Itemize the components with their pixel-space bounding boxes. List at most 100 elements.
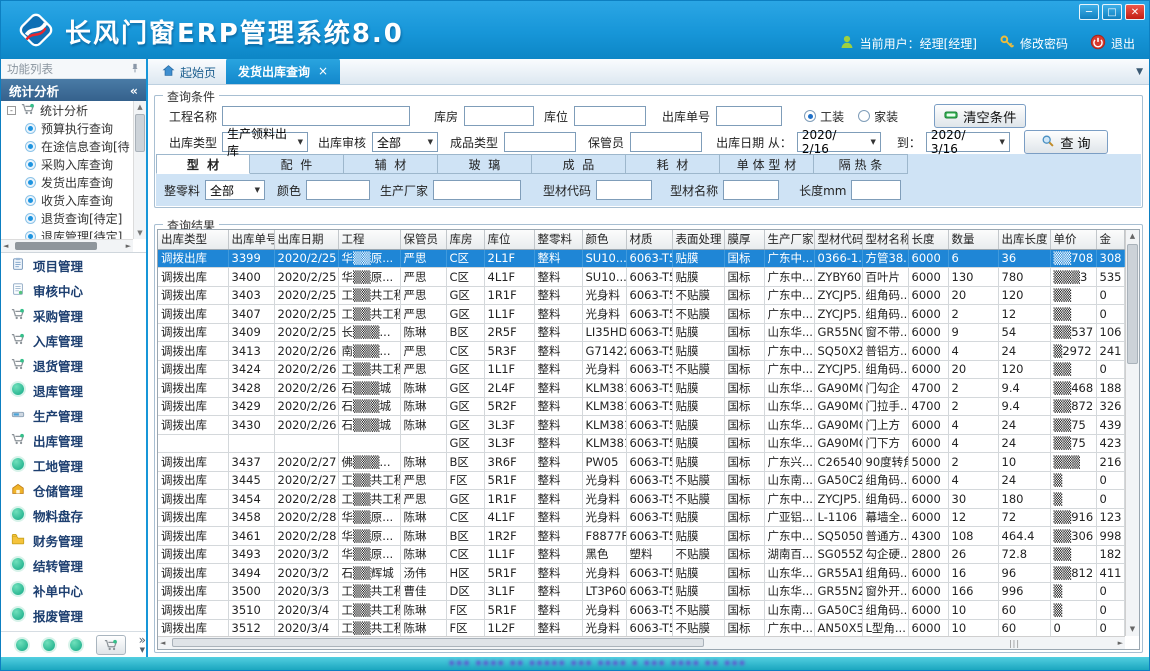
tree-item[interactable]: 采购入库查询 [1, 155, 133, 173]
clear-conditions-button[interactable]: 清空条件 [934, 104, 1026, 128]
table-row[interactable]: 调拨出库35002020/3/3工▒▒共工程曹佳D区3L1F整料LT3P6060… [158, 582, 1124, 601]
table-row[interactable]: 调拨出库34452020/2/27工▒▒共工程严思F区5R1F整料光身料6063… [158, 471, 1124, 490]
tab-close-icon[interactable]: × [318, 64, 328, 78]
profile-name-input[interactable] [723, 180, 779, 200]
table-row[interactable]: 调拨出库34612020/2/28华▒▒原...陈琳B区1R2F整料F8877F… [158, 527, 1124, 546]
table-row[interactable]: 调拨出库35122020/3/4工▒▒共工程陈琳F区1L2F整料光身料6063-… [158, 619, 1124, 638]
material-tab[interactable]: 玻 璃 [438, 154, 532, 174]
sidebar-item-退库管理[interactable]: 退库管理 [1, 378, 146, 403]
column-header[interactable]: 工程 [338, 230, 400, 249]
tree-horizontal-scrollbar[interactable]: ◄ ► [1, 239, 133, 252]
keeper-input[interactable] [630, 132, 702, 152]
table-row[interactable]: 调拨出库33992020/2/25华▒▒原...严思C区2L1F整料SU10..… [158, 249, 1124, 268]
scroll-left-icon[interactable]: ◄ [160, 637, 165, 650]
scroll-thumb[interactable] [135, 114, 145, 152]
table-row[interactable]: 调拨出库34302020/2/26石▒▒▒城陈琳G区3L3F整料KLM38176… [158, 416, 1124, 435]
column-header[interactable]: 材质 [626, 230, 672, 249]
table-row[interactable]: 调拨出库34542020/2/28工▒▒共工程严思G区1R1F整料光身料6063… [158, 490, 1124, 509]
color-input[interactable] [306, 180, 370, 200]
sidebar-item-项目管理[interactable]: 项目管理 [1, 253, 146, 278]
tree-item[interactable]: 预算执行查询 [1, 119, 133, 137]
column-header[interactable]: 出库长度 [998, 230, 1050, 249]
sidebar-section-statistics[interactable]: 统计分析 « [1, 79, 146, 101]
change-password-button[interactable]: 修改密码 [999, 34, 1068, 53]
scroll-left-icon[interactable]: ◄ [3, 240, 8, 253]
column-header[interactable]: 库位 [484, 230, 534, 249]
table-row[interactable]: 调拨出库34242020/2/26工▒▒共工程严思G区1L1F整料光身料6063… [158, 360, 1124, 379]
column-header[interactable]: 金 [1096, 230, 1124, 249]
material-tab[interactable]: 成 品 [532, 154, 626, 174]
table-row[interactable]: 调拨出库34932020/3/2华▒▒原...陈琳C区1L1F整料黑色塑料不贴膜… [158, 545, 1124, 564]
table-row[interactable]: 调拨出库34032020/2/25工▒▒共工程严思G区1R1F整料光身料6063… [158, 286, 1124, 305]
length-input[interactable] [851, 180, 901, 200]
column-header[interactable]: 数量 [948, 230, 998, 249]
table-row[interactable]: 调拨出库34282020/2/26石▒▒▒城陈琳G区2L4F整料KLM38176… [158, 379, 1124, 398]
toolbar-overflow-button[interactable]: »▼ [139, 635, 146, 655]
sidebar-item-生产管理[interactable]: 生产管理 [1, 403, 146, 428]
green-dot-icon[interactable] [43, 639, 55, 651]
green-dot-icon[interactable] [16, 639, 28, 651]
scroll-right-icon[interactable]: ► [126, 240, 131, 253]
sidebar-item-补单中心[interactable]: 补单中心 [1, 578, 146, 603]
table-row[interactable]: G区3L3F整料KLM38176063-T5贴膜国标山东华...GA90MO9.… [158, 434, 1124, 453]
tree-item[interactable]: 在途信息查询[待 [1, 137, 133, 155]
table-row[interactable]: 调拨出库34292020/2/26石▒▒▒城陈琳G区5R2F整料KLM38176… [158, 397, 1124, 416]
radio-jiazhuang[interactable] [858, 110, 870, 122]
minimize-button[interactable]: ─ [1079, 4, 1099, 20]
sidebar-item-退货管理[interactable]: 退货管理 [1, 353, 146, 378]
scroll-thumb[interactable] [172, 638, 704, 647]
tree-root[interactable]: - 统计分析 [1, 101, 133, 119]
product-type-input[interactable] [504, 132, 576, 152]
profile-code-input[interactable] [596, 180, 652, 200]
scroll-up-icon[interactable]: ▲ [1126, 230, 1139, 243]
column-header[interactable]: 膜厚 [724, 230, 764, 249]
tree-item[interactable]: 发货出库查询 [1, 173, 133, 191]
outbound-audit-select[interactable]: 全部▼ [372, 132, 438, 152]
table-row[interactable]: 调拨出库34942020/3/2石▒▒辉城汤伟H区5R1F整料光身料6063-T… [158, 564, 1124, 583]
sidebar-item-采购管理[interactable]: 采购管理 [1, 303, 146, 328]
date-from-select[interactable]: 2020/ 2/16▼ [797, 132, 881, 152]
sidebar-item-物料盘存[interactable]: 物料盘存 [1, 503, 146, 528]
column-header[interactable]: 出库日期 [274, 230, 338, 249]
table-horizontal-scrollbar[interactable]: ◄ ||| ► [158, 636, 1125, 649]
column-header[interactable]: 生产厂家 [764, 230, 814, 249]
tree-item[interactable]: 退货查询[待定] [1, 209, 133, 227]
close-button[interactable]: ✕ [1125, 4, 1145, 20]
scroll-down-icon[interactable]: ▼ [1126, 623, 1139, 636]
scroll-right-icon[interactable]: ► [1118, 637, 1123, 650]
warehouse-input[interactable] [464, 106, 534, 126]
column-header[interactable]: 整零料 [534, 230, 582, 249]
table-row[interactable]: 调拨出库34072020/2/25工▒▒共工程严思G区1L1F整料光身料6063… [158, 305, 1124, 324]
tab-shipment-outbound-query[interactable]: 发货出库查询 × [226, 59, 340, 84]
material-tab[interactable]: 单 体 型 材 [720, 154, 814, 174]
sidebar-item-财务管理[interactable]: 财务管理 [1, 528, 146, 553]
column-header[interactable]: 出库类型 [158, 230, 228, 249]
green-dot-icon[interactable] [70, 639, 82, 651]
collapse-icon[interactable]: « [130, 83, 138, 98]
order-no-input[interactable] [716, 106, 782, 126]
sidebar-item-入库管理[interactable]: 入库管理 [1, 328, 146, 353]
scroll-up-icon[interactable]: ▲ [134, 101, 146, 113]
sidebar-item-结转管理[interactable]: 结转管理 [1, 553, 146, 578]
project-name-input[interactable] [222, 106, 410, 126]
tree-vertical-scrollbar[interactable]: ▲ ▼ [133, 101, 146, 239]
column-header[interactable]: 库房 [446, 230, 484, 249]
material-tab[interactable]: 耗 材 [626, 154, 720, 174]
search-button[interactable]: 查 询 [1024, 130, 1108, 154]
table-row[interactable]: 调拨出库34582020/2/28华▒▒原...陈琳C区4L1F整料光身料606… [158, 508, 1124, 527]
column-header[interactable]: 型材名称 [862, 230, 908, 249]
tab-home[interactable]: 起始页 [152, 60, 226, 84]
scroll-thumb[interactable] [1127, 244, 1138, 364]
material-tab[interactable]: 辅 材 [344, 154, 438, 174]
cart-toolbar-button[interactable] [96, 635, 126, 655]
table-row[interactable]: 调拨出库35102020/3/4工▒▒共工程陈琳F区5R1F整料光身料6063-… [158, 601, 1124, 620]
column-header[interactable]: 长度 [908, 230, 948, 249]
pin-icon[interactable] [130, 62, 140, 76]
sidebar-item-报废管理[interactable]: 报废管理 [1, 603, 146, 628]
table-vertical-scrollbar[interactable]: ▲ ▼ [1125, 230, 1139, 636]
column-header[interactable]: 表面处理 [672, 230, 724, 249]
column-header[interactable]: 保管员 [400, 230, 446, 249]
tree-item[interactable]: 收货入库查询 [1, 191, 133, 209]
scroll-thumb[interactable] [15, 242, 97, 250]
radio-gongzhuang[interactable] [804, 110, 816, 122]
